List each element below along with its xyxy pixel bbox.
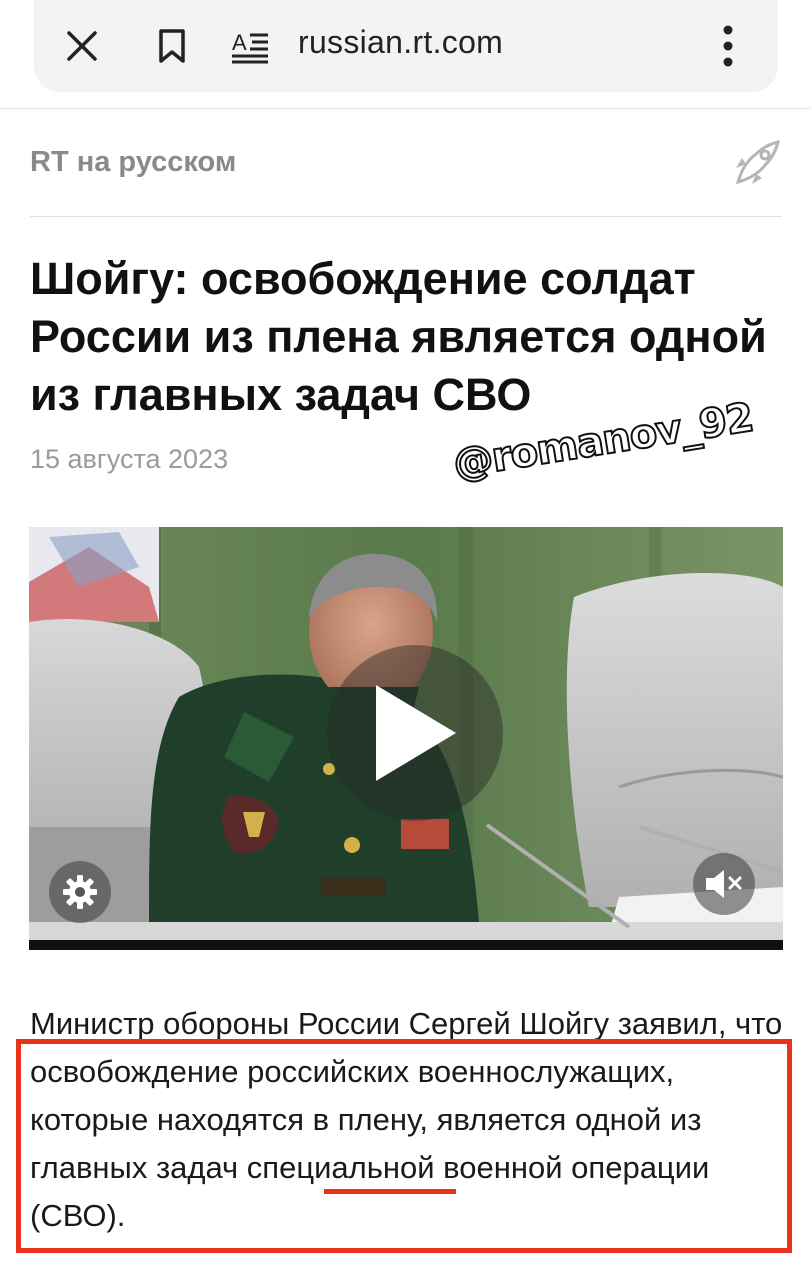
bookmark-button[interactable] (146, 20, 198, 72)
mute-button[interactable] (693, 853, 755, 915)
browser-toolbar: A russian.rt.com (34, 0, 778, 92)
video-settings-button[interactable] (49, 861, 111, 923)
video-progress-bar[interactable] (29, 940, 783, 950)
article-date: 15 августа 2023 (30, 444, 229, 474)
close-tab-button[interactable] (56, 20, 108, 72)
reader-mode-button[interactable]: A (224, 20, 276, 72)
reader-mode-icon: A (232, 30, 268, 64)
more-vert-icon (723, 25, 733, 67)
rocket-icon[interactable] (732, 138, 782, 188)
bookmark-icon (159, 29, 185, 63)
video-player[interactable] (29, 527, 783, 950)
site-header: RT на русском (30, 130, 782, 217)
mute-icon (706, 870, 742, 898)
underline-annotation (324, 1189, 456, 1194)
highlight-annotation-box (16, 1039, 792, 1253)
more-options-button[interactable] (702, 20, 754, 72)
article-headline: Шойгу: освобождение солдат России из пле… (30, 253, 767, 420)
address-bar-url[interactable]: russian.rt.com (298, 24, 503, 61)
site-name[interactable]: RT на русском (30, 146, 236, 179)
play-icon (376, 685, 456, 781)
svg-text:A: A (232, 30, 247, 55)
play-button[interactable] (327, 645, 503, 821)
close-icon (67, 31, 97, 61)
browser-toolbar-area: A russian.rt.com (0, 0, 811, 109)
gear-icon (63, 875, 97, 909)
